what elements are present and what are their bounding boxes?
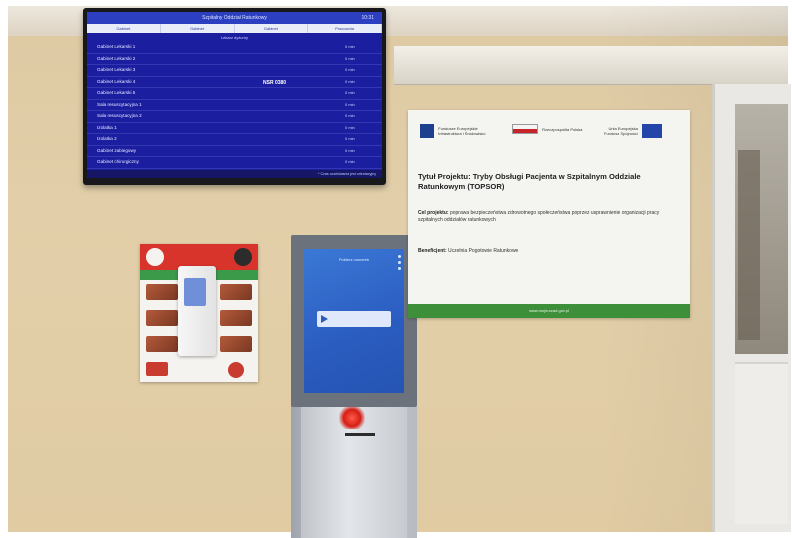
project-goal: Cel projektu: poprawa bezpieczeństwa zdr… (418, 210, 680, 224)
kiosk-ticket-slot[interactable] (345, 433, 375, 436)
goal-text: poprawa bezpieczeństwa zdrowotnego społe… (418, 210, 660, 223)
handwash-step-icon (220, 284, 252, 300)
flag-pl-icon (512, 124, 538, 134)
room-status: 0 min (345, 101, 355, 107)
room-label: Gabinet Lekarski 1 (97, 44, 136, 49)
door-lower-panel (735, 362, 788, 524)
poster-badge-icon (146, 248, 164, 266)
flag-eu-icon (641, 124, 662, 138)
dispenser-label (184, 278, 206, 306)
room-status: 0 min (345, 44, 355, 49)
queue-monitor: Szpitalny Oddział Ratunkowy 10:31 Gabine… (83, 8, 386, 185)
ceiling-trim (394, 46, 788, 85)
room-row: Gabinet Lekarski 1 0 min (87, 42, 382, 54)
room-status: 0 min (345, 136, 355, 141)
queue-monitor-screen: Szpitalny Oddział Ratunkowy 10:31 Gabine… (87, 12, 382, 178)
project-information-board: Fundusze Europejskie Infrastruktura i Śr… (408, 110, 690, 318)
room-label: Gabinet Lekarski 3 (97, 67, 136, 72)
poster-footer-logo (146, 362, 168, 376)
handwash-step-icon (146, 310, 178, 326)
beneficiary-text: Uczelnia Pogotowie Ratunkowe (448, 248, 519, 254)
monitor-tab: Gabinet (161, 24, 235, 33)
room-status: 0 min (345, 124, 355, 130)
project-beneficiary: Beneficjent: Uczelnia Pogotowie Ratunkow… (418, 248, 680, 254)
goal-label: Cel projektu: (418, 210, 449, 216)
room-label: Gabinet zabiegowy (97, 147, 137, 153)
room-label: Izolatka 1 (97, 124, 117, 130)
room-label: Sala resuscytacyjna 2 (97, 113, 142, 118)
monitor-titlebar: Szpitalny Oddział Ratunkowy 10:31 (87, 12, 382, 24)
monitor-footer: * Czas oczekiwania jest orientacyjny (87, 170, 382, 178)
room-row: Sala resuscytacyjna 2 0 min (87, 111, 382, 123)
room-status: 0 min (345, 90, 355, 95)
logo-rp: Rzeczpospolita Polska (512, 124, 582, 134)
room-status: 0 min (345, 67, 355, 72)
monitor-tabs: Gabinet Gabinet Gabinet Pracownia (87, 24, 382, 33)
room-label: Gabinet Lekarski 2 (97, 55, 136, 61)
handwash-step-icon (220, 310, 252, 326)
room-row: Sala resuscytacyjna 1 0 min (87, 100, 382, 111)
logo-ue: Unia Europejska Fundusz Spójności (604, 124, 665, 138)
logo-name: Rzeczpospolita Polska (542, 126, 583, 132)
board-url: www.mojeurzad.gov.pl (529, 308, 569, 313)
door-reflection (738, 150, 760, 340)
room-status: 0 min (345, 113, 355, 118)
kiosk-scanner-light (339, 407, 365, 429)
kiosk-side-dots (398, 255, 401, 279)
room-status: 0 min (345, 147, 355, 153)
room-label: Gabinet Lekarski 4 (97, 78, 136, 84)
room-label: Izolatka 2 (97, 136, 117, 141)
room-row: Gabinet Lekarski 4 0 min (87, 77, 382, 88)
room-row: Gabinet zabiegowy 0 min (87, 146, 382, 157)
room-label: Gabinet Lekarski 5 (97, 90, 136, 95)
room-row: Izolatka 2 0 min (87, 134, 382, 146)
monitor-title: Szpitalny Oddział Ratunkowy (202, 15, 267, 21)
monitor-tab: Gabinet (87, 24, 161, 33)
kiosk-screen-title: Pobierz numerek (338, 257, 370, 262)
kiosk-ticket-button[interactable] (317, 311, 391, 327)
logo-sub: Infrastruktura i Środowisko (438, 131, 486, 136)
room-label: Gabinet chirurgiczny (97, 159, 139, 164)
fe-logo-icon (420, 124, 434, 138)
hospital-waiting-area: Szpitalny Oddział Ratunkowy 10:31 Gabine… (0, 0, 792, 538)
handwash-step-icon (146, 284, 178, 300)
monitor-tab: Pracownia (308, 24, 382, 33)
monitor-time: 10:31 (361, 15, 374, 21)
poster-badge-icon (234, 248, 252, 266)
poster-seal-icon (228, 362, 244, 378)
kiosk-touchscreen[interactable]: Pobierz numerek (304, 249, 404, 393)
logo-fundusze: Fundusze Europejskie Infrastruktura i Śr… (420, 124, 485, 138)
handwash-step-icon (220, 336, 252, 352)
handwash-step-icon (146, 336, 178, 352)
room-row: Izolatka 1 0 min (87, 123, 382, 134)
ticket-kiosk: Pobierz numerek (291, 235, 417, 538)
room-row: Gabinet Lekarski 2 0 min (87, 54, 382, 65)
monitor-column-header: Lekarz dyżurny (220, 35, 249, 40)
room-label: Sala resuscytacyjna 1 (97, 101, 142, 107)
room-row: Gabinet chirurgiczny 0 min (87, 157, 382, 169)
play-icon (321, 315, 328, 323)
monitor-center-number: NSR 0380 (263, 80, 287, 86)
project-title: Tytuł Projektu: Tryby Obsługi Pacjenta w… (418, 172, 641, 191)
monitor-tab: Gabinet (235, 24, 309, 33)
kiosk-head: Pobierz numerek (291, 235, 417, 407)
room-row: Gabinet Lekarski 3 0 min (87, 65, 382, 77)
room-status: 0 min (345, 78, 355, 84)
monitor-room-list: Gabinet Lekarski 1 0 min Gabinet Lekarski… (87, 42, 382, 178)
beneficiary-label: Beneficjent: (418, 248, 447, 254)
sanitizer-dispenser[interactable] (178, 266, 216, 356)
room-row: Gabinet Lekarski 5 0 min (87, 88, 382, 100)
room-status: 0 min (345, 55, 355, 61)
logo-sub: Fundusz Spójności (604, 131, 638, 136)
room-status: 0 min (345, 159, 355, 164)
